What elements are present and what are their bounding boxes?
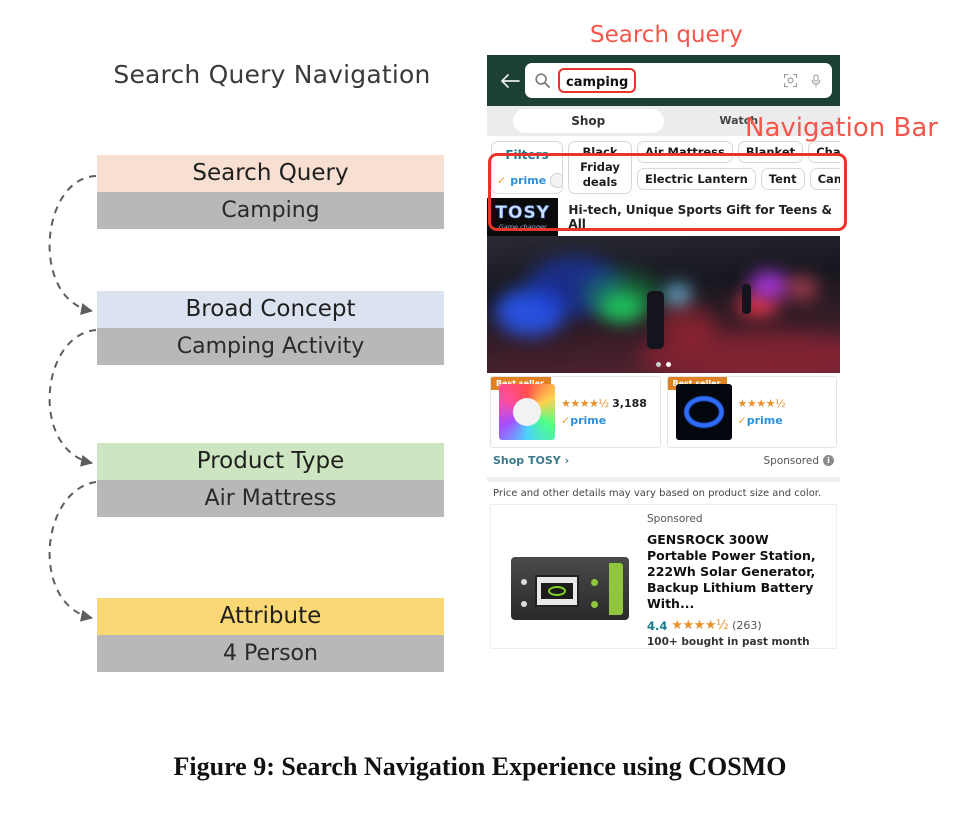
listing-bought-count: 100+ bought in past month [647,636,810,648]
shop-tosy-link[interactable]: Shop TOSY › [493,454,569,467]
rating-stars: ★★★★½ [737,397,786,410]
sponsored-label: Sponsored i [763,455,834,467]
box-label: Broad Concept [97,291,444,328]
concept-box-product-type[interactable]: Product Type Air Mattress [97,443,444,517]
product-card[interactable]: Best seller ★★★★½ ✓prime [666,376,837,448]
tab-shop[interactable]: Shop [513,109,664,133]
figure-root: Search Query Navigation Search Query Cam… [0,0,960,839]
box-value: Camping Activity [97,328,444,365]
listing-rating[interactable]: 4.4 ★★★★½ (263) [647,618,828,633]
back-arrow-icon[interactable] [495,73,525,89]
product-info: ★★★★½ ✓prime [738,397,786,427]
camera-icon [783,73,798,88]
prime-badge: prime [570,414,607,427]
carousel-dots[interactable] [487,362,840,367]
product-listing[interactable]: Sponsored GENSROCK 300W Portable Power S… [490,504,837,649]
product-thumbnail [675,384,732,440]
search-icon [535,73,551,89]
concept-box-attribute[interactable]: Attribute 4 Person [97,598,444,672]
product-card[interactable]: Best seller ★★★★½ 3,188 ✓prime [490,376,661,448]
check-icon: ✓ [737,414,747,427]
annotation-navigation-bar: Navigation Bar [745,113,938,143]
sponsored-text: Sponsored [763,454,819,467]
concept-box-broad-concept[interactable]: Broad Concept Camping Activity [97,291,444,365]
diagram-title: Search Query Navigation [113,60,431,89]
search-query-highlight: camping [558,68,637,93]
search-input[interactable]: camping [525,63,832,98]
search-bar: camping [487,55,840,106]
search-query-text: camping [566,75,629,90]
box-label: Attribute [97,598,444,635]
figure-caption: Figure 9: Search Navigation Experience u… [173,752,787,781]
box-label: Product Type [97,443,444,480]
box-label: Search Query [97,155,444,192]
check-icon: ✓ [561,414,571,427]
concept-box-search-query[interactable]: Search Query Camping [97,155,444,229]
microphone-icon [811,74,821,87]
listing-thumbnail[interactable] [491,505,641,620]
box-value: 4 Person [97,635,444,672]
prime-badge: prime [746,414,783,427]
listing-details: Sponsored GENSROCK 300W Portable Power S… [641,505,836,648]
annotation-search-query: Search query [590,22,743,48]
shop-row: Shop TOSY › Sponsored i [487,448,840,477]
product-thumbnail [499,384,555,440]
rating-stars: ★★★★½ [561,397,609,410]
box-value: Camping [97,192,444,229]
review-count: (263) [732,619,762,632]
rating-stars: ★★★★½ [671,618,729,633]
price-notice: Price and other details may vary based o… [493,488,822,499]
listing-title[interactable]: GENSROCK 300W Portable Power Station, 22… [647,532,828,612]
hero-image[interactable] [487,236,840,373]
product-info: ★★★★½ 3,188 ✓prime [561,397,647,427]
listing-sponsored-label: Sponsored [647,513,703,525]
rating-value: 4.4 [647,618,668,633]
box-value: Air Mattress [97,480,444,517]
rating-count: 3,188 [612,397,647,410]
sponsored-product-carousel: Best seller ★★★★½ 3,188 ✓prime Best sell… [487,373,840,448]
annotation-box-filters [488,153,847,231]
info-icon[interactable]: i [823,455,834,466]
